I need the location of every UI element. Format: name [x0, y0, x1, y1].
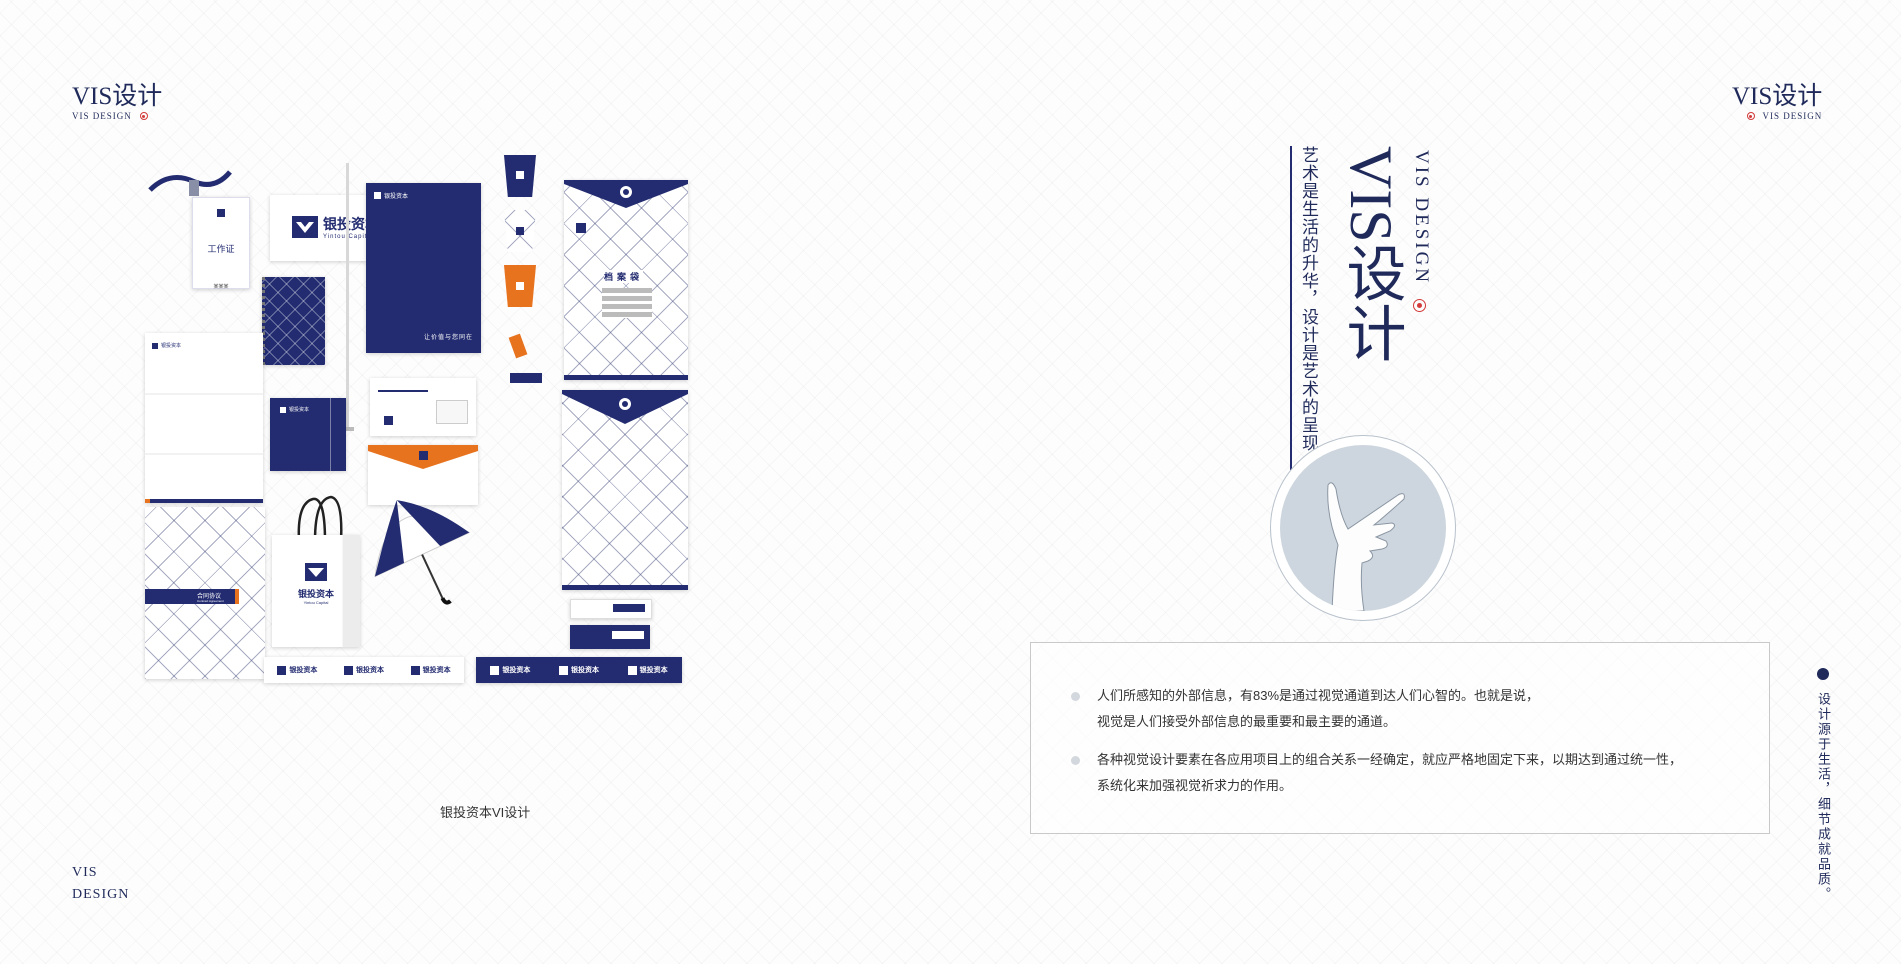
- info-item: 各种视觉设计要素在各应用项目上的组合关系一经确定，就应严格地固定下来，以期达到通…: [1071, 747, 1749, 799]
- id-card-title: 工作证: [207, 244, 235, 254]
- strip-logo: 银投资本: [410, 665, 451, 675]
- navy-book: 银投资本: [270, 398, 346, 471]
- cup-grid: [504, 210, 536, 252]
- logo-icon: [280, 406, 286, 413]
- usb-orange: [508, 333, 528, 359]
- folder-slogan: 让价值与您同在: [423, 335, 473, 341]
- logo-icon: [516, 227, 524, 235]
- corner-logo-title: VIS设计: [1732, 83, 1823, 110]
- lanyard: [148, 170, 232, 196]
- brand-logo-icon: [305, 563, 327, 581]
- corner-logo-title: VIS设计: [72, 83, 163, 110]
- strip-logo: 银投资本: [490, 665, 530, 675]
- book-brand: 银投资本: [289, 407, 310, 413]
- id-card: 工作证 某某某: [192, 197, 250, 290]
- logo-icon: [558, 665, 568, 675]
- logo-icon: [627, 665, 637, 675]
- name-tag-navy: [570, 625, 650, 649]
- flag-pole: [346, 163, 349, 431]
- navy-folder: 银投资本 让价值与您同在: [366, 183, 481, 353]
- logo-strip-navy: 银投资本 银投资本 银投资本: [476, 657, 682, 683]
- corner-logo-sub: VIS DESIGN: [72, 111, 132, 121]
- letterhead-brand: 银投资本: [161, 343, 182, 349]
- logo-icon: [410, 665, 420, 675]
- target-icon: [1413, 299, 1426, 312]
- side-vertical-text: 设计源于生活，细节成就品质。: [1816, 692, 1831, 902]
- umbrella: [374, 500, 471, 605]
- logo-strip-white: 银投资本 银投资本 银投资本: [264, 657, 464, 683]
- hand-illustration: [1270, 435, 1456, 621]
- corner-logo-sub: VIS DESIGN: [1762, 111, 1823, 121]
- logo-icon: [516, 282, 524, 290]
- corner-logo-left: VIS设计 VIS DESIGN: [72, 76, 162, 121]
- envelope-white: [370, 378, 476, 436]
- hero-big-title: VIS设计: [1338, 146, 1404, 363]
- bullet-icon: [1071, 692, 1080, 701]
- logo-icon: [343, 665, 353, 675]
- envelope-large: [562, 390, 688, 590]
- strip-logo: 银投资本: [627, 665, 668, 675]
- logo-icon: [384, 416, 393, 425]
- archive-bag: 档案袋: [564, 180, 688, 380]
- usb-navy: [510, 373, 542, 383]
- contract-subtitle: Contract Agreement: [197, 599, 224, 603]
- notebook: [262, 277, 325, 365]
- target-icon: [139, 112, 148, 120]
- side-dot-icon: [1817, 668, 1829, 680]
- logo-icon: [217, 209, 225, 217]
- logo-icon: [277, 665, 287, 675]
- archive-title: 档案袋: [604, 270, 644, 283]
- strip-logo: 银投资本: [277, 665, 317, 675]
- name-tag-white: [570, 599, 652, 619]
- cup-orange: [504, 265, 536, 307]
- logo-icon: [576, 223, 586, 233]
- logo-icon: [516, 171, 524, 179]
- bullet-icon: [1071, 756, 1080, 765]
- hero-tagline: 艺术是生活的升华，设计是艺术的呈现。: [1290, 146, 1321, 470]
- collage-caption: 银投资本VI设计: [440, 805, 531, 820]
- contract-folder: 合同协议 Contract Agreement: [145, 507, 265, 679]
- letterhead: 银投资本: [145, 333, 263, 503]
- hand-gesture-icon: [1327, 482, 1405, 611]
- brand-logo-icon: [292, 216, 318, 238]
- bag-brand: 银投资本: [297, 589, 334, 599]
- logo-icon: [490, 665, 500, 675]
- info-box: 人们所感知的外部信息，有83%是通过视觉通道到达人们心智的。也就是说， 视觉是人…: [1030, 642, 1770, 834]
- shopping-bag: 银投资本 Yintou Capital: [272, 535, 360, 647]
- bag-brand-en: Yintou Capital: [303, 600, 329, 605]
- info-item: 人们所感知的外部信息，有83%是通过视觉通道到达人们心智的。也就是说， 视觉是人…: [1071, 683, 1749, 735]
- hero-vertical-en: VIS DESIGN: [1411, 150, 1432, 286]
- bottom-left-label: VIS DESIGN: [72, 865, 130, 902]
- logo-icon: [374, 192, 381, 199]
- corner-logo-right: VIS设计 VIS DESIGN: [1732, 76, 1822, 121]
- id-card-name: 某某某: [213, 284, 229, 290]
- target-icon: [1746, 112, 1755, 120]
- cup-navy: [504, 155, 536, 197]
- vi-collage: 工作证 某某某 银投资本 Yintou Capital 银投资本 让价值与您同在…: [140, 155, 830, 795]
- folder-brand: 银投资本: [384, 194, 409, 200]
- logo-icon: [152, 342, 158, 349]
- strip-logo: 银投资本: [343, 665, 384, 675]
- strip-logo: 银投资本: [558, 665, 599, 675]
